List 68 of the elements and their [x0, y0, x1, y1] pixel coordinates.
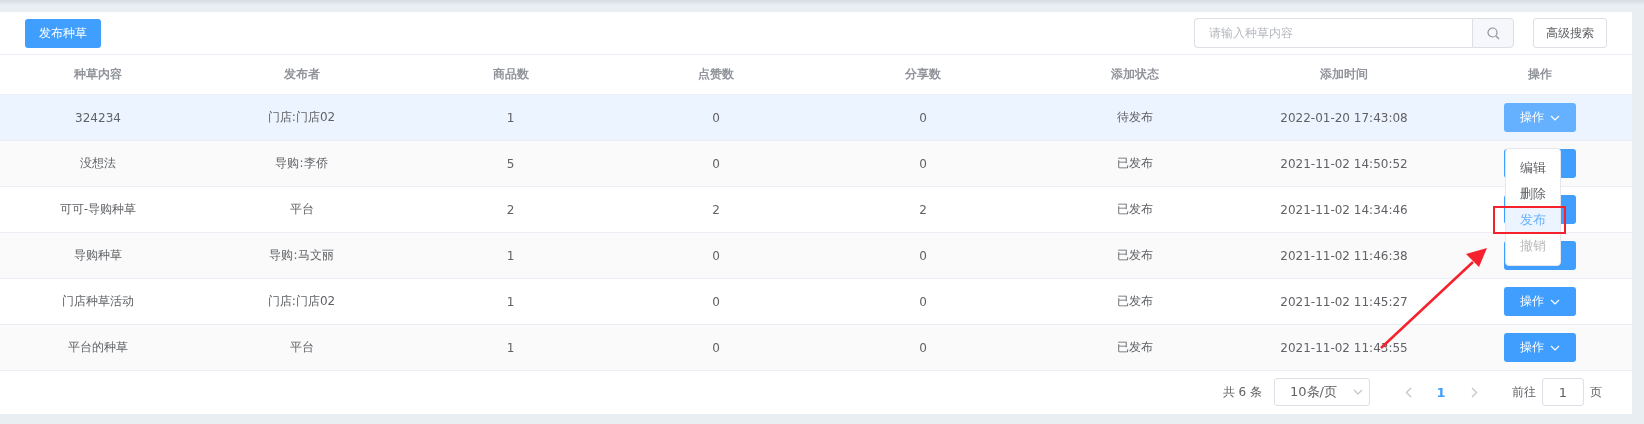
table-cell-text: 1: [505, 294, 516, 309]
caret-icon: [1549, 298, 1560, 305]
chevron-left-icon: [1404, 386, 1412, 398]
table-cell-text: 2: [711, 202, 721, 217]
table-cell-text: 0: [918, 156, 928, 171]
menu-item[interactable]: 编辑: [1506, 155, 1560, 181]
table-cell-text: 1: [505, 248, 516, 263]
column-header: 种草内容: [73, 66, 123, 83]
column-header: 商品数: [491, 66, 530, 83]
table-cell-text: 没想法: [79, 155, 117, 172]
table-cell-text: 2022-01-20 17:43:08: [1279, 110, 1409, 125]
table-cell-text: 2021-11-02 14:50:52: [1279, 156, 1409, 171]
table-cell-text: 2: [505, 202, 516, 217]
table-cell-text: 0: [711, 340, 721, 355]
search-field[interactable]: 请输入种草内容: [1194, 18, 1472, 48]
table-cell-text: 5: [505, 156, 516, 171]
table-cell-text: 0: [711, 294, 721, 309]
table-cell-text: 1: [505, 110, 516, 125]
table-cell-text: 已发布: [1115, 247, 1154, 264]
table-cell-text: 0: [918, 248, 928, 263]
column-header: 点赞数: [697, 66, 735, 83]
table-cell-text: 门店种草活动: [61, 293, 135, 310]
table-cell-text: 2021-11-02 11:45:27: [1279, 294, 1409, 309]
chevron-right-icon: [1470, 386, 1478, 398]
table-cell-text: 0: [711, 156, 721, 171]
table-cell-text: 平台: [288, 339, 315, 356]
column-header: 发布者: [282, 66, 321, 83]
table-cell-text: 0: [918, 294, 928, 309]
column-header: 添加状态: [1109, 66, 1160, 83]
table-cell-text: 324234: [74, 110, 122, 125]
column-header: 添加时间: [1319, 66, 1369, 83]
table-cell-text: 已发布: [1115, 293, 1154, 310]
caret-icon: [1549, 114, 1560, 121]
total-count: 共 6 条: [1222, 383, 1262, 401]
table-cell-text: 待发布: [1115, 109, 1154, 126]
table-cell-text: 2: [918, 202, 928, 217]
table-cell-text: 导购:马文丽: [268, 247, 335, 264]
table-cell-text: 已发布: [1115, 155, 1154, 172]
table-cell-text: 2021-11-02 14:34:46: [1279, 202, 1409, 217]
table-cell-text: 0: [918, 110, 928, 125]
table-cell-text: 已发布: [1115, 339, 1154, 356]
table-row[interactable]: 324234 门店:门店02 1 0 0 待发布 2022-01-20 17:43:08 操作: [0, 95, 1632, 141]
table-cell-text: 导购:李侨: [274, 155, 329, 172]
goto-page-field[interactable]: 1: [1542, 378, 1584, 406]
table-cell-text: 平台: [288, 201, 315, 218]
table-cell-text: 0: [711, 248, 721, 263]
table-cell-text: 已发布: [1115, 201, 1154, 218]
table-cell-text: 门店:门店02: [266, 293, 337, 310]
caret-icon: [1353, 389, 1363, 395]
caret-icon: [1549, 344, 1560, 351]
table-cell-text: 1: [505, 340, 516, 355]
table-cell-text: 0: [711, 110, 721, 125]
advanced-search-button[interactable]: 高级搜索: [1533, 18, 1607, 48]
table-row[interactable]: 平台的种草 平台 1 0 0 已发布 2021-11-02 11:43:55 操作: [0, 325, 1632, 371]
table-cell-text: 平台的种草: [67, 339, 129, 356]
goto-label: 前往: [1512, 383, 1536, 401]
table-cell-text: 导购种草: [73, 247, 123, 264]
table-cell-text: 2021-11-02 11:43:55: [1279, 340, 1409, 355]
page-size-select[interactable]: 10条/页: [1274, 378, 1370, 406]
column-header: 操作: [1526, 66, 1553, 83]
table-cell-text: 可可-导购种草: [58, 201, 138, 218]
page-suffix: 页: [1590, 383, 1602, 401]
search-icon: [1486, 26, 1500, 40]
table-cell-text: 2021-11-02 11:46:38: [1279, 248, 1409, 263]
column-header: 分享数: [904, 66, 942, 83]
table-cell-text: 门店:门店02: [266, 109, 337, 126]
table-cell-text: 0: [918, 340, 928, 355]
search-button[interactable]: [1472, 18, 1514, 48]
